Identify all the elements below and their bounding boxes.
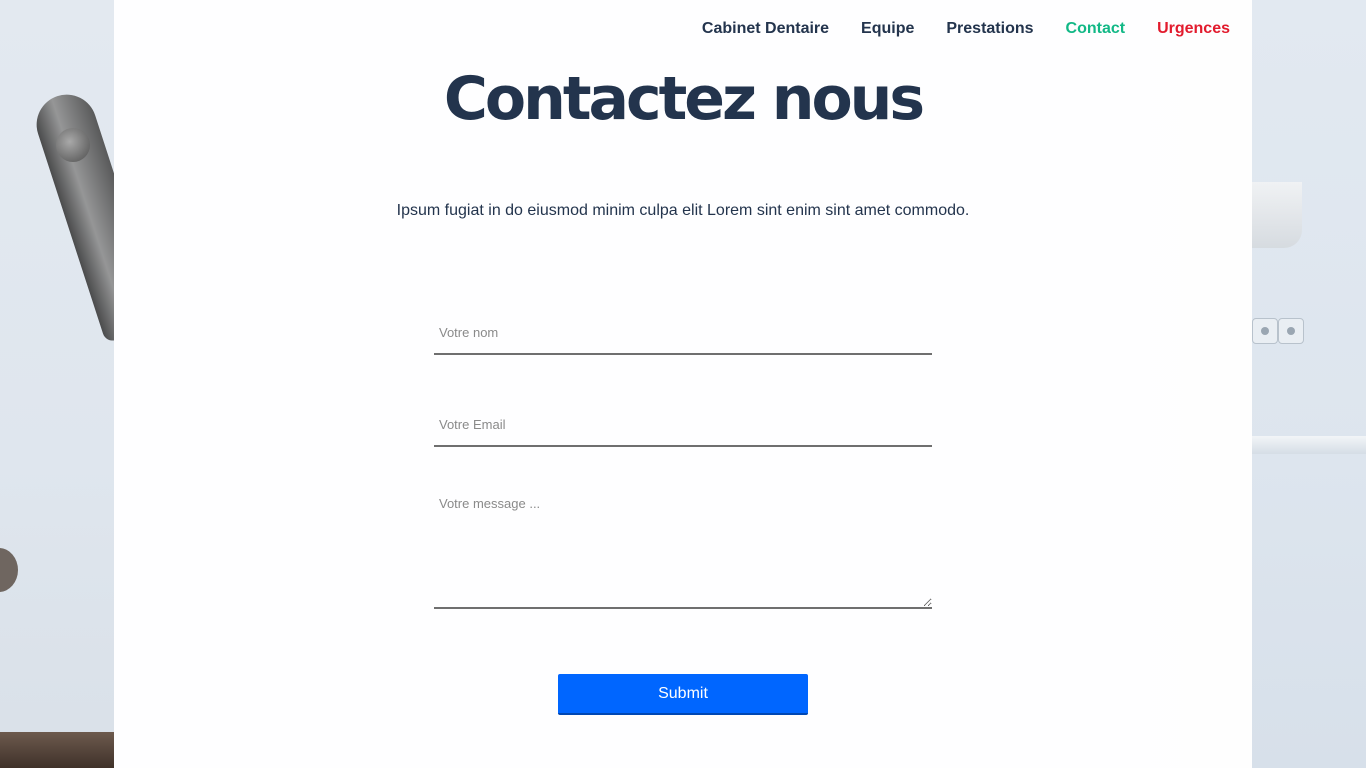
nav-item-contact[interactable]: Contact — [1066, 20, 1126, 38]
main-nav: Cabinet Dentaire Equipe Prestations Cont… — [702, 20, 1230, 38]
dental-lamp-arm — [28, 86, 114, 344]
intro-text: Ipsum fugiat in do eiusmod minim culpa e… — [396, 202, 970, 219]
name-input[interactable] — [434, 300, 932, 355]
background-photo-right — [1252, 0, 1366, 768]
chair-knob — [0, 548, 18, 592]
power-outlet-icon — [1252, 318, 1278, 344]
nav-item-prestations[interactable]: Prestations — [946, 20, 1033, 38]
dental-lamp-joint — [56, 128, 90, 162]
submit-button[interactable]: Submit — [558, 674, 808, 715]
page-title: Contactez nous — [443, 64, 925, 134]
nav-item-equipe[interactable]: Equipe — [861, 20, 914, 38]
background-photo-left — [0, 0, 114, 768]
sink — [1252, 182, 1302, 248]
message-textarea[interactable] — [434, 484, 932, 609]
floor — [0, 732, 114, 768]
nav-item-cabinet-dentaire[interactable]: Cabinet Dentaire — [702, 20, 829, 38]
power-outlet-icon — [1278, 318, 1304, 344]
nav-item-urgences[interactable]: Urgences — [1157, 20, 1230, 38]
shelf — [1252, 436, 1366, 454]
content-card: Cabinet Dentaire Equipe Prestations Cont… — [114, 0, 1252, 768]
email-input[interactable] — [434, 392, 932, 447]
